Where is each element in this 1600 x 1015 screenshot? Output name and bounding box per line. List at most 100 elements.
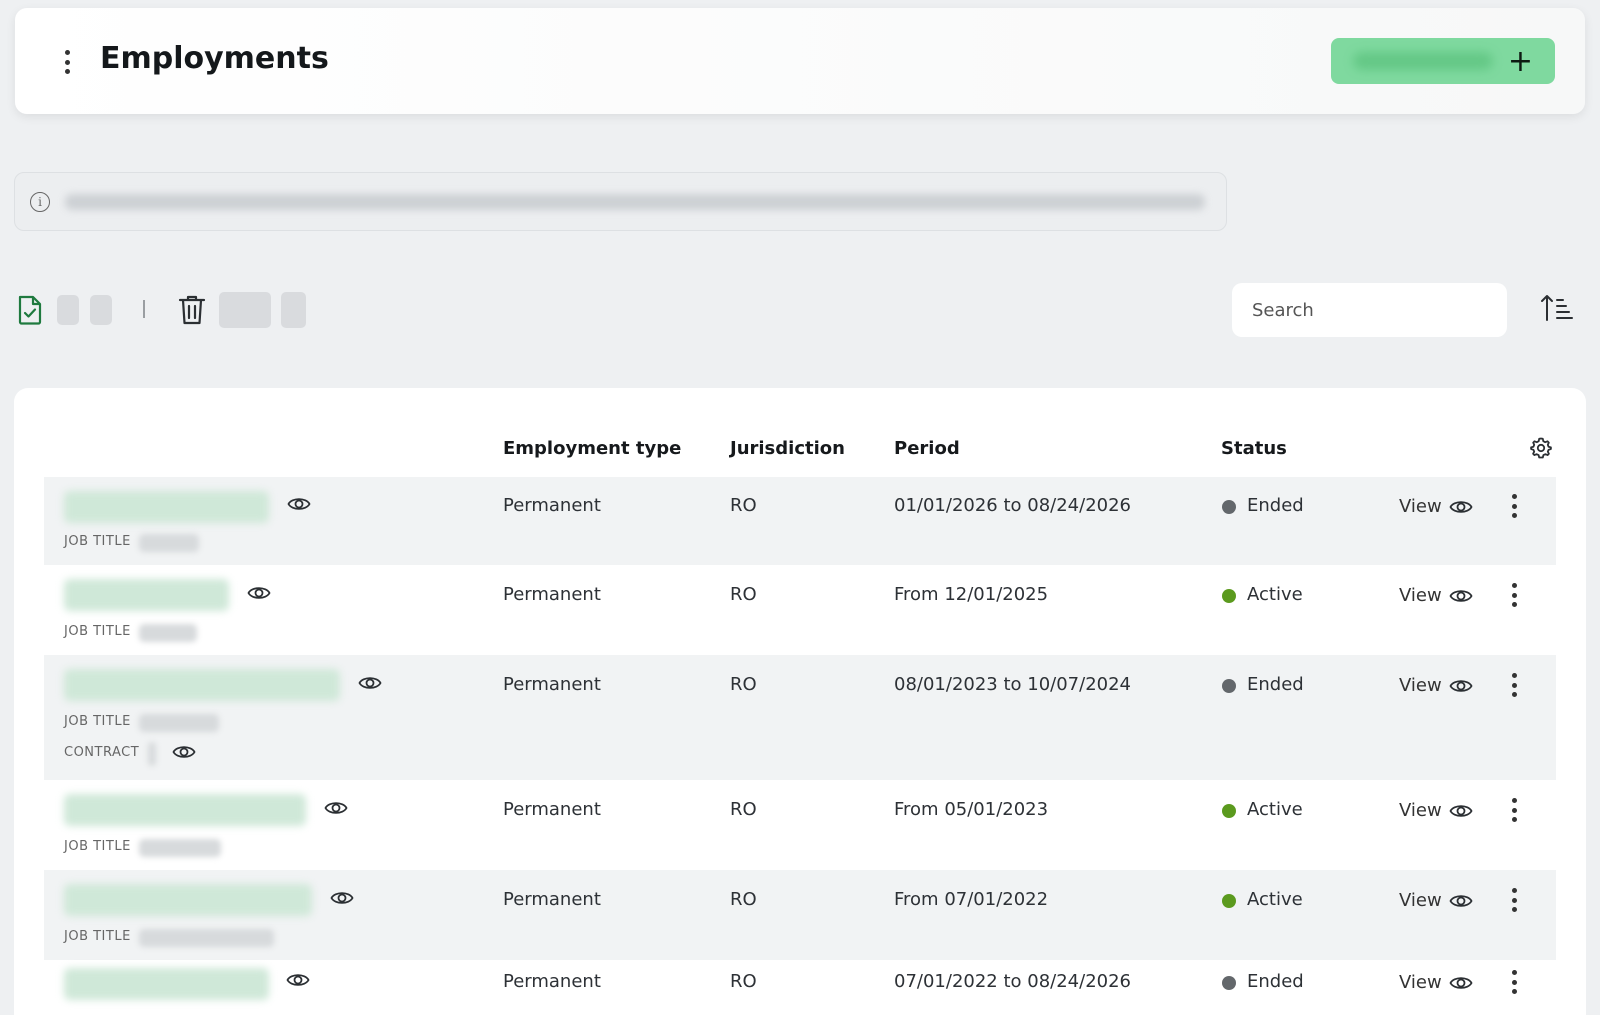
table-row[interactable]: JOB TITLE Permanent RO 01/01/2026 to 08/… — [44, 477, 1556, 565]
column-header-employment-type[interactable]: Employment type — [503, 438, 681, 459]
status-dot — [1222, 500, 1236, 514]
employee-name-redacted[interactable] — [64, 968, 269, 1000]
toolbar-action-redacted[interactable] — [57, 295, 79, 325]
jurisdiction-cell: RO — [730, 495, 757, 516]
eye-icon[interactable] — [287, 495, 311, 513]
table-row[interactable]: JOB TITLE Permanent RO From 07/01/2022 A… — [44, 870, 1556, 960]
table-row[interactable]: JOB TITLE Permanent RO From 05/01/2023 A… — [44, 780, 1556, 870]
status-cell: Ended — [1247, 971, 1304, 992]
row-kebab-icon[interactable] — [1510, 798, 1518, 822]
eye-icon[interactable] — [1449, 587, 1473, 605]
jurisdiction-cell: RO — [730, 674, 757, 695]
period-cell: From 07/01/2022 — [894, 889, 1049, 910]
eye-icon[interactable] — [1449, 892, 1473, 910]
eye-icon[interactable] — [1449, 677, 1473, 695]
column-header-status[interactable]: Status — [1221, 438, 1287, 459]
page-header: Employments + — [15, 8, 1585, 114]
toolbar-action-redacted[interactable] — [219, 292, 271, 328]
gear-icon[interactable] — [1529, 436, 1553, 460]
row-kebab-icon[interactable] — [1510, 888, 1518, 912]
job-title-label: JOB TITLE — [64, 839, 131, 854]
sort-icon[interactable] — [1540, 293, 1574, 323]
period-cell: 07/01/2022 to 08/24/2026 — [894, 971, 1132, 992]
info-icon: i — [30, 192, 50, 212]
row-kebab-icon[interactable] — [1510, 583, 1518, 607]
employee-name-redacted[interactable] — [64, 579, 229, 611]
eye-icon[interactable] — [286, 971, 310, 989]
job-title-label: JOB TITLE — [64, 534, 131, 549]
employee-name-redacted[interactable] — [64, 669, 340, 701]
period-cell: 08/01/2023 to 10/07/2024 — [894, 674, 1132, 695]
employment-type-cell: Permanent — [503, 799, 601, 820]
toolbar-action-redacted[interactable] — [281, 292, 306, 328]
eye-icon[interactable] — [1449, 974, 1473, 992]
trash-icon[interactable] — [178, 294, 206, 326]
view-link[interactable]: View — [1399, 800, 1442, 821]
view-link[interactable]: View — [1399, 585, 1442, 606]
job-title-value-redacted — [139, 534, 199, 552]
employee-name-redacted[interactable] — [64, 491, 269, 523]
view-link[interactable]: View — [1399, 496, 1442, 517]
row-kebab-icon[interactable] — [1510, 970, 1518, 994]
row-kebab-icon[interactable] — [1510, 673, 1518, 697]
status-cell: Ended — [1247, 495, 1304, 516]
eye-icon[interactable] — [172, 743, 196, 761]
status-cell: Active — [1247, 799, 1303, 820]
employee-name-redacted[interactable] — [64, 884, 312, 916]
jurisdiction-cell: RO — [730, 584, 757, 605]
status-cell: Active — [1247, 584, 1303, 605]
job-title-value-redacted — [139, 714, 219, 732]
document-check-icon[interactable] — [17, 295, 43, 325]
toolbar-action-redacted[interactable] — [90, 295, 112, 325]
job-title-label: JOB TITLE — [64, 929, 131, 944]
table-row[interactable]: JOB TITLE CONTRACT Permanent RO 08/01/20… — [44, 655, 1556, 780]
eye-icon[interactable] — [1449, 802, 1473, 820]
view-link[interactable]: View — [1399, 972, 1442, 993]
status-dot — [1222, 976, 1236, 990]
employee-name-redacted[interactable] — [64, 794, 306, 826]
status-dot — [1222, 894, 1236, 908]
jurisdiction-cell: RO — [730, 799, 757, 820]
column-header-period[interactable]: Period — [894, 438, 960, 459]
employments-table: Employment type Jurisdiction Period Stat… — [14, 388, 1586, 1015]
job-title-value-redacted — [139, 839, 221, 857]
plus-icon: + — [1507, 44, 1533, 79]
contract-label: CONTRACT — [64, 745, 140, 760]
add-button-label-redacted — [1353, 52, 1493, 70]
eye-icon[interactable] — [1449, 498, 1473, 516]
employment-type-cell: Permanent — [503, 674, 601, 695]
period-cell: From 12/01/2025 — [894, 584, 1049, 605]
add-employment-button[interactable]: + — [1331, 38, 1555, 84]
employment-type-cell: Permanent — [503, 971, 601, 992]
eye-icon[interactable] — [330, 889, 354, 907]
table-row[interactable]: Permanent RO 07/01/2022 to 08/24/2026 En… — [44, 960, 1556, 1015]
table-row[interactable]: JOB TITLE Permanent RO From 12/01/2025 A… — [44, 565, 1556, 655]
status-dot — [1222, 589, 1236, 603]
info-banner: i — [14, 172, 1227, 231]
job-title-label: JOB TITLE — [64, 714, 131, 729]
status-dot — [1222, 679, 1236, 693]
status-cell: Active — [1247, 889, 1303, 910]
eye-icon[interactable] — [324, 799, 348, 817]
toolbar-divider — [143, 300, 145, 318]
view-link[interactable]: View — [1399, 890, 1442, 911]
eye-icon[interactable] — [247, 584, 271, 602]
period-cell: 01/01/2026 to 08/24/2026 — [894, 495, 1132, 516]
view-link[interactable]: View — [1399, 675, 1442, 696]
page-title: Employments — [100, 41, 329, 76]
status-dot — [1222, 804, 1236, 818]
employment-type-cell: Permanent — [503, 584, 601, 605]
eye-icon[interactable] — [358, 674, 382, 692]
period-cell: From 05/01/2023 — [894, 799, 1049, 820]
search-input[interactable] — [1232, 283, 1507, 337]
job-title-label: JOB TITLE — [64, 624, 131, 639]
jurisdiction-cell: RO — [730, 889, 757, 910]
status-cell: Ended — [1247, 674, 1304, 695]
row-kebab-icon[interactable] — [1510, 494, 1518, 518]
employment-type-cell: Permanent — [503, 889, 601, 910]
jurisdiction-cell: RO — [730, 971, 757, 992]
info-text-redacted — [65, 194, 1205, 210]
column-header-jurisdiction[interactable]: Jurisdiction — [730, 438, 845, 459]
job-title-value-redacted — [139, 929, 274, 947]
header-menu-icon[interactable] — [62, 50, 72, 74]
